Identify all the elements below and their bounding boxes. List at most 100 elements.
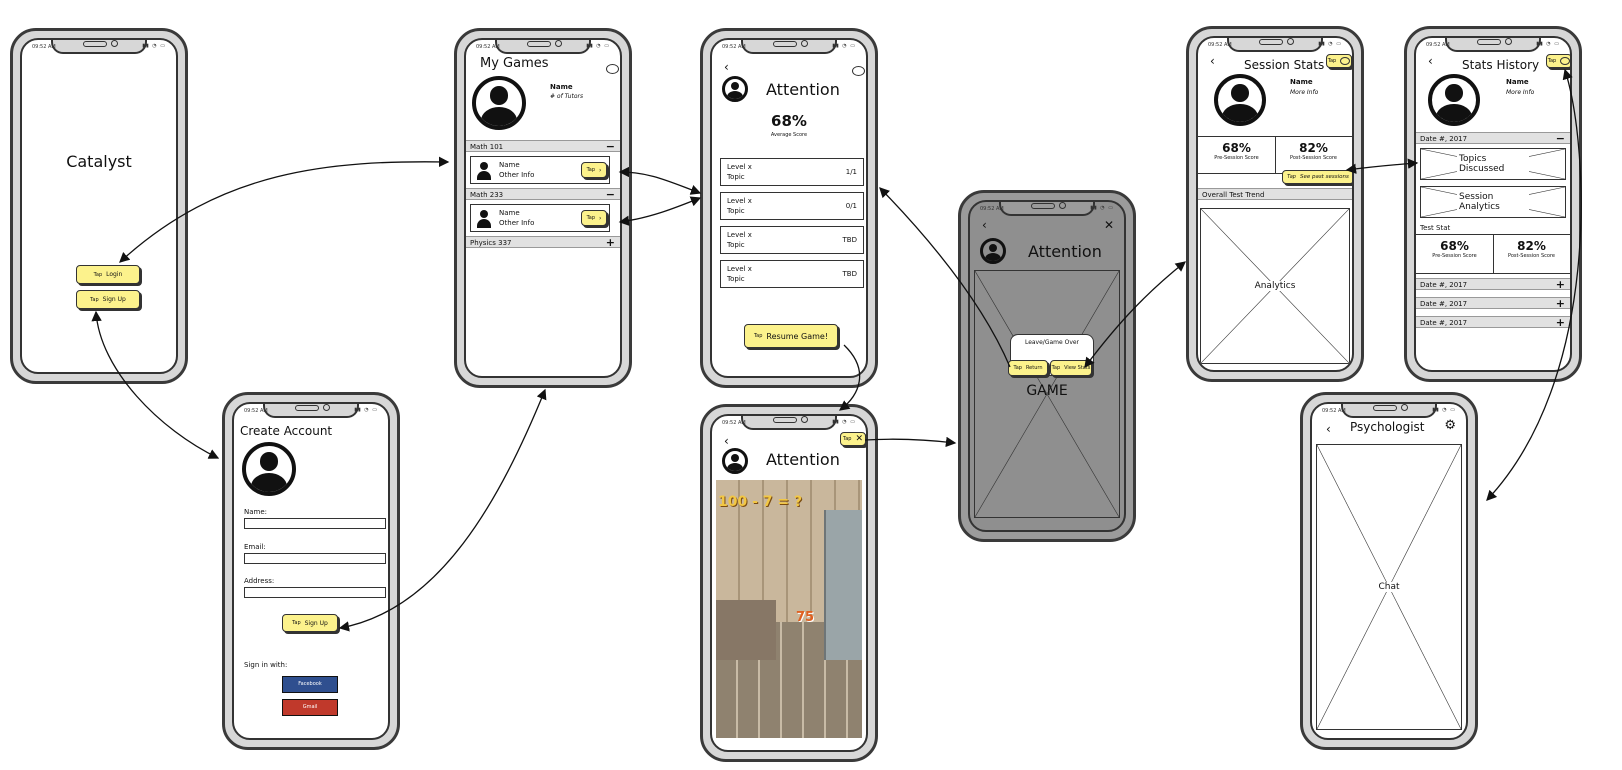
user-info: More Info xyxy=(1290,89,1319,96)
screen-game-over: 09:52 AM ▮▮ ◔ ▭ ‹ ✕ Attention GAME Leave… xyxy=(968,200,1126,532)
list-item[interactable]: Name Other Info Tap › xyxy=(470,204,610,232)
section-math-233[interactable]: Math 233 − xyxy=(466,188,620,200)
collapse-icon[interactable]: − xyxy=(606,189,615,200)
see-past-sessions-button[interactable]: Tap See past sessions xyxy=(1282,170,1352,184)
game-canvas[interactable]: 100 - 7 = ? 75 xyxy=(716,480,862,738)
close-game-button[interactable]: Tap ✕ xyxy=(840,432,866,446)
status-icons: ▮▮ ◔ ▭ xyxy=(1318,41,1342,47)
status-time: 09:52 AM xyxy=(244,408,268,414)
chat-bubble-icon[interactable] xyxy=(606,64,619,74)
item-info: Other Info xyxy=(499,171,535,179)
test-stat-label: Test Stat xyxy=(1420,224,1451,232)
topic-label: Topic xyxy=(727,241,745,249)
login-label: Login xyxy=(106,271,123,278)
pre-session-label: Pre-Session Score xyxy=(1214,155,1259,161)
open-game-button[interactable]: Tap › xyxy=(581,210,607,226)
collapse-icon[interactable]: − xyxy=(1556,133,1565,144)
date-section[interactable]: Date #, 2017 + xyxy=(1416,278,1570,290)
close-icon[interactable]: ✕ xyxy=(1104,218,1114,232)
return-button[interactable]: Tap Return xyxy=(1008,360,1048,376)
gmail-button[interactable]: Gmail xyxy=(282,699,338,716)
tap-label: Tap xyxy=(586,215,596,221)
chat-placeholder[interactable]: Chat xyxy=(1316,444,1462,730)
chat-tap-button[interactable]: Tap xyxy=(1546,54,1570,68)
page-title: Psychologist xyxy=(1350,420,1425,434)
level-row[interactable]: Level x Topic TBD xyxy=(720,226,864,254)
screen-attention-game: 09:52 AM ▮▮ ◔ ▭ ‹ Tap ✕ Attention 100 - 7… xyxy=(710,414,868,752)
back-icon[interactable]: ‹ xyxy=(724,60,729,74)
dialog-title: Leave/Game Over xyxy=(1024,339,1080,346)
section-label: Physics 337 xyxy=(470,239,512,247)
resume-game-button[interactable]: Tap Resume Game! xyxy=(744,324,838,348)
session-analytics-placeholder[interactable]: Session Analytics xyxy=(1420,186,1566,218)
phone-notch xyxy=(999,202,1095,216)
name-field[interactable] xyxy=(244,518,386,529)
user-name: Name xyxy=(1506,78,1529,86)
address-label: Address: xyxy=(244,577,275,585)
expand-icon[interactable]: + xyxy=(1556,298,1565,309)
level-row[interactable]: Level x Topic 1/1 xyxy=(720,158,864,186)
list-item[interactable]: Name Other Info Tap › xyxy=(470,156,610,184)
phone-attention-game: 09:52 AM ▮▮ ◔ ▭ ‹ Tap ✕ Attention 100 - 7… xyxy=(700,404,878,762)
level-label: Level x xyxy=(727,197,752,205)
back-icon[interactable]: ‹ xyxy=(1428,54,1433,68)
screen-stats-history: 09:52 AM ▮▮ ◔ ▭ ‹ Stats History Tap Name… xyxy=(1414,36,1572,372)
back-icon[interactable]: ‹ xyxy=(1326,422,1331,436)
item-info: Other Info xyxy=(499,219,535,227)
back-icon[interactable]: ‹ xyxy=(724,434,729,448)
phone-session-stats: 09:52 AM ▮▮ ◔ ▭ ‹ Session Stats Tap Name… xyxy=(1186,26,1364,382)
page-title: Attention xyxy=(766,80,840,99)
avatar xyxy=(722,448,748,474)
section-math-101[interactable]: Math 101 − xyxy=(466,140,620,152)
date-section[interactable]: Date #, 2017 + xyxy=(1416,297,1570,309)
history-score-box: 68% Pre-Session Score 82% Post-Session Sco… xyxy=(1416,234,1570,274)
signup-button[interactable]: Tap Sign Up xyxy=(76,290,140,309)
topics-placeholder[interactable]: Topics Discussed xyxy=(1420,148,1566,180)
status-icons: ▮▮ ◔ ▭ xyxy=(1432,407,1456,413)
chevron-right-icon: › xyxy=(599,166,602,174)
level-row[interactable]: Level x Topic TBD xyxy=(720,260,864,288)
level-row[interactable]: Level x Topic 0/1 xyxy=(720,192,864,220)
pre-session-value: 68% xyxy=(1440,239,1469,253)
gear-icon[interactable]: ⚙ xyxy=(1444,418,1456,433)
avatar xyxy=(1214,74,1266,126)
signup-label: Sign Up xyxy=(102,296,126,303)
facebook-button[interactable]: Facebook xyxy=(282,676,338,693)
return-label: Return xyxy=(1025,365,1043,371)
tap-label: Tap xyxy=(753,333,763,339)
view-stats-button[interactable]: Tap View Stats xyxy=(1050,360,1092,376)
open-game-button[interactable]: Tap › xyxy=(581,162,607,178)
expand-icon[interactable]: + xyxy=(606,237,615,248)
email-field[interactable] xyxy=(244,553,386,564)
expand-icon[interactable]: + xyxy=(1556,279,1565,290)
login-button[interactable]: Tap Login xyxy=(76,265,140,284)
topic-label: Topic xyxy=(727,275,745,283)
chat-tap-button[interactable]: Tap xyxy=(1326,54,1352,68)
signup-button[interactable]: Tap Sign Up xyxy=(282,614,338,632)
page-title: My Games xyxy=(480,56,549,71)
collapse-icon[interactable]: − xyxy=(606,141,615,152)
status-icons: ▮▮ ◔ ▭ xyxy=(354,407,378,413)
pre-session-value: 68% xyxy=(1222,141,1251,155)
phone-notch xyxy=(51,40,147,54)
address-field[interactable] xyxy=(244,587,386,598)
chat-bubble-icon[interactable] xyxy=(852,66,865,76)
trend-header: Overall Test Trend xyxy=(1198,188,1352,200)
expand-icon[interactable]: + xyxy=(1556,317,1565,328)
date-section-open[interactable]: Date #, 2017 − xyxy=(1416,132,1570,144)
post-session-stat: 82% Post-Session Score xyxy=(1493,239,1570,259)
avatar xyxy=(472,76,526,130)
level-label: Level x xyxy=(727,163,752,171)
back-icon[interactable]: ‹ xyxy=(1210,54,1215,68)
close-icon: ✕ xyxy=(855,434,863,444)
status-time: 09:52 AM xyxy=(1426,42,1450,48)
analytics-placeholder: Analytics xyxy=(1200,208,1350,364)
date-section[interactable]: Date #, 2017 + xyxy=(1416,316,1570,328)
post-session-value: 82% xyxy=(1517,239,1546,253)
status-time: 09:52 AM xyxy=(722,420,746,426)
phone-game-over: 09:52 AM ▮▮ ◔ ▭ ‹ ✕ Attention GAME Leave… xyxy=(958,190,1136,542)
back-icon[interactable]: ‹ xyxy=(982,218,987,232)
section-physics-337[interactable]: Physics 337 + xyxy=(466,236,620,248)
status-time: 09:52 AM xyxy=(722,44,746,50)
phone-my-games: 09:52 AM ▮▮ ◔ ▭ My Games Name # of Tutor… xyxy=(454,28,632,388)
